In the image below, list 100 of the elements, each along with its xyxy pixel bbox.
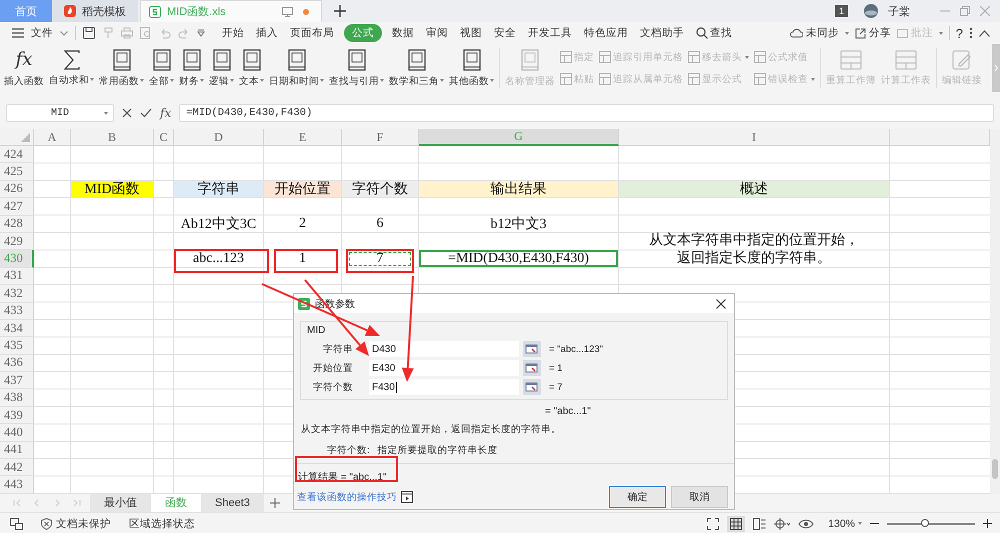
row-header[interactable]: 431 [0,268,34,286]
slider-thumb[interactable] [920,518,929,526]
row-header[interactable]: 434 [0,320,34,338]
more-icon[interactable] [969,27,973,39]
column-header[interactable]: B [71,129,154,146]
document-tab[interactable]: MID函数.xls [140,0,322,22]
close-icon[interactable] [716,298,726,308]
row-header[interactable]: 429 [0,232,34,250]
active-cell: =MID(D430,E430,F430) [419,250,618,267]
ribbon-button[interactable]: 日期和时间 [269,48,324,88]
home-tab[interactable]: 首页 [0,0,52,22]
row-header[interactable]: 440 [0,424,34,442]
row-header[interactable]: 425 [0,163,34,181]
ribbon-button[interactable]: 逻辑 [209,48,234,88]
argument-label: 开始位置 [312,362,354,374]
sheet-tab[interactable]: Sheet3 [201,494,264,512]
row-header[interactable]: 443 [0,476,34,494]
row-header[interactable]: 442 [0,459,34,476]
collapse-dialog-icon[interactable] [523,341,541,357]
chevron-down-icon[interactable] [60,30,68,36]
avatar-icon[interactable] [864,4,878,18]
column-header[interactable]: E [264,129,342,146]
row-header[interactable]: 439 [0,406,34,424]
search-button[interactable]: 查找 [696,26,732,40]
column-header[interactable]: F [342,129,419,146]
insert-function-button[interactable]: fx [160,106,172,120]
fullscreen-icon[interactable] [707,518,720,530]
window-count-badge[interactable]: 1 [834,5,848,17]
ribbon-button[interactable]: fx 插入函数 [4,48,44,88]
row-header[interactable]: 436 [0,354,34,372]
argument-input[interactable]: D430 [369,341,519,357]
eye-icon[interactable] [798,518,814,530]
row-header[interactable]: 441 [0,442,34,460]
ribbon-button[interactable]: 全部 [149,48,174,88]
save-icon[interactable] [83,27,95,39]
page-layout-icon[interactable] [753,518,766,530]
zoom-level[interactable]: 130% [828,518,862,530]
row-header[interactable]: 432 [0,285,34,303]
book-icon [242,48,260,70]
plus-icon[interactable] [334,5,346,17]
ribbon-button[interactable]: 数学和三角 [389,48,444,88]
document-protection-status[interactable]: 文档未保护 [41,516,111,530]
ribbon-button[interactable]: 自动求和 [49,50,94,86]
row-header[interactable]: 426 [0,180,34,198]
ribbon-button[interactable]: 财务 [179,48,204,88]
confirm-icon[interactable] [140,108,152,118]
ribbon-button[interactable]: 文本 [239,48,264,88]
row-header[interactable]: 427 [0,198,34,216]
argument-input[interactable]: E430 [369,360,519,376]
formula-input[interactable]: =MID(D430,E430,F430) [179,104,994,122]
row-header[interactable]: 433 [0,302,34,320]
comment-icon [896,28,908,38]
grid-icon [754,73,766,85]
name-box[interactable]: MID [6,104,114,122]
share-button[interactable]: 分享 [854,26,891,40]
row-header[interactable]: 428 [0,216,34,233]
row-header[interactable]: 437 [0,372,34,390]
add-sheet-icon[interactable] [270,498,280,508]
grid-icon [688,51,700,63]
help-link[interactable]: 查看该函数的操作技巧 [297,490,397,504]
column-header[interactable]: I [619,129,890,146]
ribbon-button[interactable]: 常用函数 [99,48,144,88]
ribbon-button[interactable]: 其他函数 [449,48,494,88]
collapse-dialog-icon[interactable] [523,360,541,376]
column-header[interactable]: D [174,129,264,146]
row-header[interactable]: 424 [0,146,34,164]
file-menu[interactable]: 文件 [31,26,53,40]
document-tab[interactable]: 稻壳模板 [52,0,138,22]
table-cell-text: b12中文3 [490,215,548,233]
argument-input[interactable]: F430 [369,379,519,395]
column-header[interactable]: C [154,129,174,146]
table-cell-text: 1 [298,250,307,267]
zoom-in-icon[interactable] [983,519,992,528]
user-name[interactable]: 子棠 [888,4,910,18]
column-header[interactable]: A [34,129,71,146]
collapse-icon[interactable] [979,30,990,36]
function-icon: fx [16,48,32,70]
argument-value: = "abc...123" [549,344,604,354]
argument-name: 字符个数: [327,444,370,457]
crosshair-icon[interactable] [774,518,790,530]
sync-button[interactable]: 未同步 [790,26,849,40]
help-button[interactable]: ? [956,26,963,40]
normal-view-icon[interactable] [727,516,746,532]
monitor-icon[interactable] [282,6,293,16]
ribbon-tab[interactable]: 公式 [344,24,382,42]
ribbon-button[interactable]: 查找与引用 [329,48,384,88]
collapse-dialog-icon[interactable] [523,379,541,395]
sheet-tab[interactable]: 最小值 [90,494,151,512]
menu-icon[interactable] [12,28,24,38]
dialog-button[interactable]: 取消 [671,486,728,508]
customize-icon[interactable] [197,29,205,37]
row-header[interactable]: 438 [0,389,34,407]
video-icon[interactable] [401,491,413,503]
vertical-scrollbar[interactable] [990,129,1000,494]
dialog-button[interactable]: 确定 [609,486,666,508]
unsaved-dot-icon [303,8,309,14]
sheet-tab[interactable]: 函数 [151,494,201,512]
cancel-icon[interactable] [122,108,132,118]
shield-icon [41,518,52,530]
row-header[interactable]: 435 [0,337,34,355]
